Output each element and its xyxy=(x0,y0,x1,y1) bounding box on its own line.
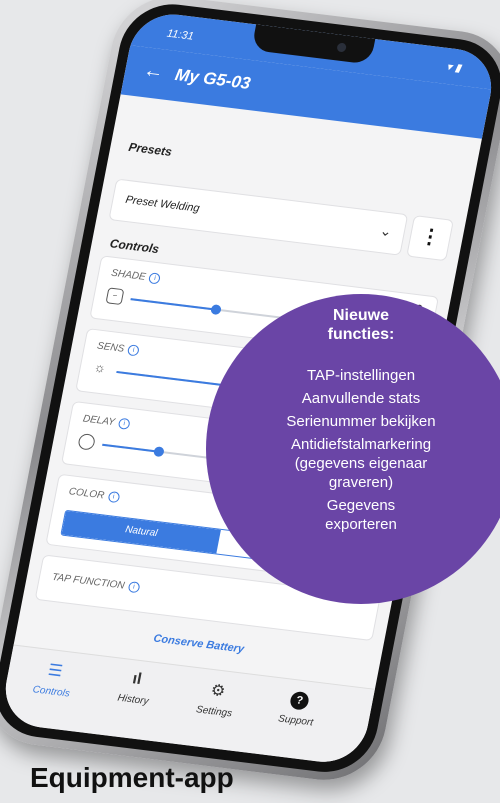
color-label: COLOR i xyxy=(67,486,121,504)
nav-settings[interactable]: ⚙ Settings xyxy=(183,677,250,721)
nav-support[interactable]: ? Support xyxy=(265,687,331,730)
shade-label: SHADE i xyxy=(110,267,162,285)
arrow-left-icon[interactable]: ← xyxy=(141,59,166,84)
help-icon: ? xyxy=(268,687,331,713)
info-icon[interactable]: i xyxy=(127,581,141,594)
delay-label: DELAY i xyxy=(82,413,131,430)
info-icon[interactable]: i xyxy=(148,272,162,285)
sun-icon[interactable]: ☼ xyxy=(92,359,109,375)
nav-controls[interactable]: ☰ Controls xyxy=(20,657,87,701)
sens-label: SENS i xyxy=(96,340,141,357)
color-label-text: COLOR xyxy=(67,486,106,502)
promo-item: (gegevens eigenaar xyxy=(294,455,428,472)
nav-support-label: Support xyxy=(277,713,315,729)
tap-label: TAP FUNCTION i xyxy=(51,571,141,594)
chevron-down-icon: ⌄ xyxy=(378,222,394,240)
promo-item: Serienummer bekijken xyxy=(286,413,436,430)
nav-history-label: History xyxy=(116,692,150,708)
nav-history[interactable]: ıl History xyxy=(102,667,168,709)
status-right-icons: ▾ ▮ xyxy=(445,60,463,75)
timer-icon[interactable] xyxy=(77,432,97,451)
promo-item: Aanvullende stats xyxy=(301,390,421,407)
promo-heading-line-1: Nieuwe xyxy=(332,307,389,324)
promo-item: TAP-instellingen xyxy=(306,367,416,384)
info-icon[interactable]: i xyxy=(127,344,141,357)
color-option-natural[interactable]: Natural xyxy=(61,510,221,554)
preset-selected-value: Preset Welding xyxy=(124,193,201,215)
delay-slider-fill xyxy=(102,443,160,453)
promo-feature-list: TAP-instellingen Aanvullende stats Serie… xyxy=(206,366,500,538)
presets-heading: Presets xyxy=(127,139,174,159)
promo-item: exporteren xyxy=(325,516,397,533)
new-features-badge: Nieuwe functies: TAP-instellingen Aanvul… xyxy=(206,294,500,604)
promo-item: graveren) xyxy=(328,474,394,491)
more-vertical-icon[interactable]: ⋮ xyxy=(406,215,454,262)
camera-icon xyxy=(336,42,347,53)
tap-label-text: TAP FUNCTION xyxy=(51,571,126,592)
delay-label-text: DELAY xyxy=(81,413,116,429)
bar-chart-icon: ıl xyxy=(130,670,144,689)
promo-item: Gegevens xyxy=(326,497,396,514)
status-time: 11:31 xyxy=(165,27,195,43)
info-icon[interactable]: i xyxy=(117,417,131,430)
promo-item: Antidiefstalmarkering xyxy=(290,436,432,453)
sens-label-text: SENS xyxy=(96,340,126,355)
info-icon[interactable]: i xyxy=(107,490,121,504)
controls-heading: Controls xyxy=(108,236,161,257)
sliders-icon: ☰ xyxy=(46,661,64,681)
shade-label-text: SHADE xyxy=(110,267,147,283)
shade-min-icon[interactable]: − xyxy=(105,287,125,306)
promo-heading-line-2: functies: xyxy=(327,326,395,343)
shade-slider-fill xyxy=(130,298,216,311)
gear-icon: ⚙ xyxy=(209,681,227,701)
delay-slider-knob[interactable] xyxy=(153,446,165,458)
promo-heading: Nieuwe functies: xyxy=(206,306,500,344)
page-title: My G5-03 xyxy=(173,65,253,93)
nav-controls-label: Controls xyxy=(31,684,71,700)
caption-title: Equipment-app xyxy=(30,762,234,793)
nav-settings-label: Settings xyxy=(195,704,233,720)
